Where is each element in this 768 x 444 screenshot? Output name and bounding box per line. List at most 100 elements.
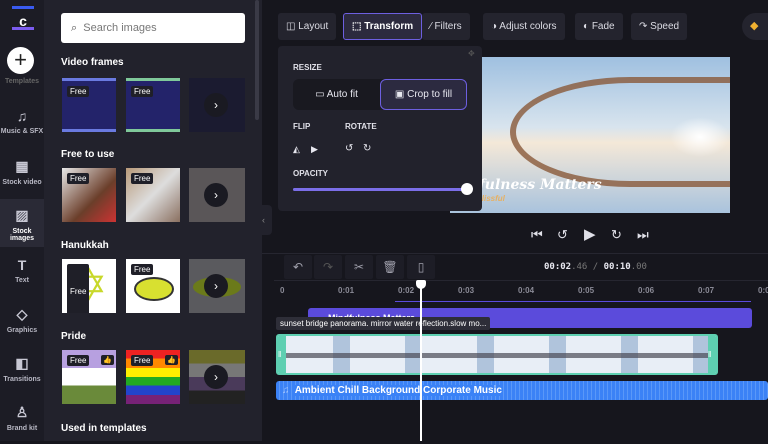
flip-vertical-icon[interactable]: ▶ — [311, 144, 318, 155]
image-thumb[interactable]: Free — [62, 78, 116, 132]
delete-trash-icon[interactable]: 🗑 — [376, 255, 404, 279]
playhead-handle[interactable] — [415, 280, 426, 289]
video-preview[interactable]: Mindfulness Matters Blissful — [450, 57, 730, 213]
total-time: 00:10 — [603, 262, 631, 272]
ruler-tick: 0:06 — [638, 286, 655, 295]
thumbs-up-icon: 👍 — [101, 355, 114, 365]
chevron-right-icon[interactable]: › — [204, 274, 228, 298]
opacity-slider-fill — [293, 188, 467, 191]
rewind-5s-icon[interactable]: ↺ — [557, 227, 568, 243]
current-time-ms: .46 — [571, 262, 588, 272]
rotate-right-icon[interactable]: ↻ — [363, 143, 371, 154]
sun-glow — [670, 117, 730, 157]
search-placeholder: Search images — [83, 22, 157, 34]
layout-icon: ◫ — [286, 21, 296, 32]
video-track-clip[interactable]: ‖ ‖ — [276, 334, 718, 375]
crop-to-fill-label: Crop to fill — [407, 89, 453, 100]
image-thumb[interactable]: › — [189, 168, 245, 222]
split-scissors-icon[interactable]: ✂ — [345, 255, 373, 279]
chevron-right-icon[interactable]: › — [204, 183, 228, 207]
free-badge: Free — [67, 86, 90, 97]
skip-to-start-icon[interactable]: ⏮ — [531, 227, 543, 243]
premium-diamond-button[interactable]: ◆ — [742, 13, 768, 40]
crop-to-fill-button[interactable]: ▣ Crop to fill — [380, 79, 467, 110]
selection-range-line — [395, 301, 751, 302]
redo-icon[interactable]: ↷ — [314, 255, 342, 279]
section-title: Pride — [61, 331, 87, 342]
section-title: Video frames — [61, 57, 124, 68]
opacity-slider[interactable] — [293, 183, 473, 195]
divider — [262, 253, 768, 254]
image-thumb[interactable]: Free 👍 — [126, 350, 180, 404]
tab-layout[interactable]: ◫ Layout — [278, 13, 337, 40]
undo-icon[interactable]: ↶ — [284, 255, 312, 279]
search-input[interactable]: ⌕ Search images — [61, 13, 245, 43]
rail-stock-images[interactable]: ▨ Stock images — [0, 199, 44, 247]
transform-popover: RESIZE ▭ Auto fit ▣ Crop to fill FLIP RO… — [278, 46, 482, 211]
rail-transitions[interactable]: ◧ Transitions — [0, 347, 44, 395]
tab-filters[interactable]: ⁄ Filters — [422, 13, 470, 40]
chevron-right-icon[interactable]: › — [204, 93, 228, 117]
panel-scrollbar[interactable] — [255, 0, 259, 120]
play-button[interactable]: ▶ — [584, 225, 596, 243]
ruler-tick: 0:01 — [338, 286, 355, 295]
image-thumb[interactable]: › — [189, 350, 245, 404]
create-plus-button[interactable]: + — [7, 47, 34, 74]
rail-music[interactable]: ♫ Music & SFX — [0, 100, 44, 148]
rail-text[interactable]: T Text — [0, 249, 44, 297]
image-thumb[interactable]: › — [189, 78, 245, 132]
ruler-tick: 0:07 — [698, 286, 715, 295]
ruler-tick: 0:04 — [518, 286, 535, 295]
rail-label: Transitions — [3, 376, 41, 383]
rail-label: Brand kit — [6, 425, 38, 432]
opacity-slider-handle[interactable] — [461, 183, 473, 195]
tab-transform[interactable]: ⬚ Transform — [343, 13, 423, 40]
audio-track-clip[interactable]: ♫ Ambient Chill Background Corporate Mus… — [276, 381, 768, 400]
rotate-left-icon[interactable]: ↺ — [345, 143, 353, 154]
flip-horizontal-icon[interactable]: ◭ — [293, 144, 300, 155]
shapes-icon: ◇ — [16, 306, 28, 322]
tab-speed[interactable]: ↷ Speed — [631, 13, 688, 40]
image-thumb[interactable]: Free — [126, 168, 180, 222]
skip-to-end-icon[interactable]: ⏭ — [637, 227, 649, 243]
crop-icon: ▣ — [394, 89, 405, 100]
auto-fit-button[interactable]: ▭ Auto fit — [293, 79, 380, 110]
trim-handle-left[interactable]: ‖ — [278, 336, 286, 373]
chevron-right-icon[interactable]: › — [204, 365, 228, 389]
detach-audio-icon[interactable]: ▯ — [407, 255, 435, 279]
transform-icon: ⬚ — [352, 21, 362, 32]
playhead[interactable] — [415, 280, 426, 441]
tab-label: Adjust colors — [499, 21, 557, 32]
ruler-tick: 0:03 — [458, 286, 475, 295]
trim-handle-right[interactable]: ‖ — [708, 336, 716, 373]
rail-templates[interactable]: Templates — [0, 78, 44, 94]
image-thumb[interactable]: ✡Free — [62, 259, 116, 313]
free-badge: Free — [131, 264, 154, 275]
clipchamp-logo[interactable]: c — [12, 6, 34, 30]
image-thumb[interactable]: › — [189, 259, 245, 313]
image-thumb[interactable]: Free — [126, 78, 180, 132]
music-icon: ♫ — [16, 108, 28, 124]
image-thumb[interactable]: Free — [62, 168, 116, 222]
resize-label: RESIZE — [293, 63, 322, 72]
tab-fade[interactable]: ◐ Fade — [575, 13, 623, 40]
image-thumb[interactable]: Free — [126, 259, 180, 313]
tab-label: Layout — [298, 21, 329, 32]
forward-5s-icon[interactable]: ↻ — [611, 227, 622, 243]
image-thumb[interactable]: Free 👍 — [62, 350, 116, 404]
current-time: 00:02 — [544, 262, 572, 272]
diamond-icon: ◆ — [750, 20, 759, 32]
section-title: Hanukkah — [61, 240, 109, 251]
tab-label: Filters — [434, 21, 462, 32]
ruler-tick: 0:02 — [398, 286, 415, 295]
collapse-panel-button[interactable]: ‹ — [262, 205, 272, 235]
free-badge: Free — [131, 86, 154, 97]
tab-adjust-colors[interactable]: ◑ Adjust colors — [483, 13, 565, 40]
time-separator: / — [587, 262, 604, 272]
rail-label: Graphics — [6, 327, 38, 334]
rail-graphics[interactable]: ◇ Graphics — [0, 298, 44, 346]
rail-stock-video[interactable]: ▦ Stock video — [0, 150, 44, 198]
thumbs-up-icon: 👍 — [165, 355, 178, 365]
rail-brand-kit[interactable]: ♙ Brand kit — [0, 396, 44, 444]
drag-handle-icon[interactable]: ✥ — [468, 49, 475, 58]
